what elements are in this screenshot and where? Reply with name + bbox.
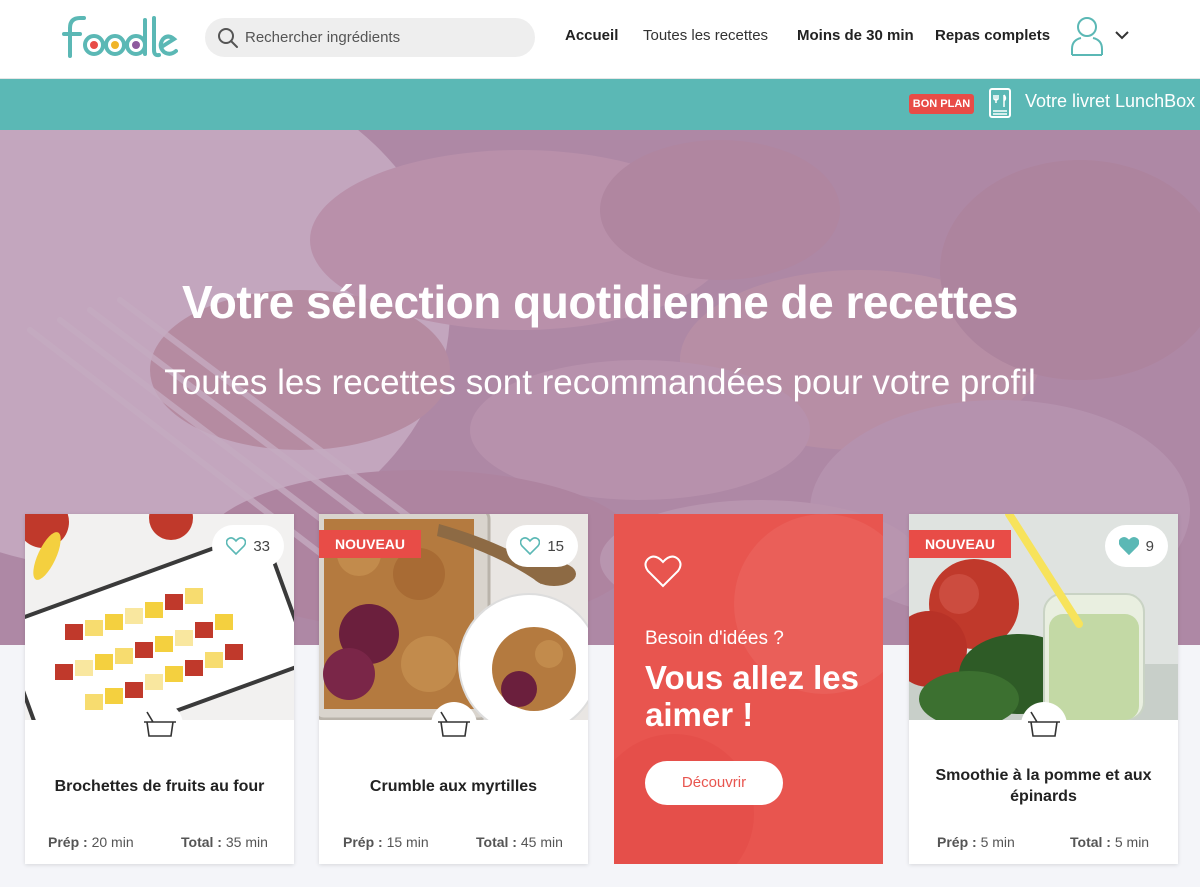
nav-repas-complets[interactable]: Repas complets	[935, 27, 1050, 44]
recipe-title[interactable]: Brochettes de fruits au four	[35, 776, 284, 797]
total-value: 35 min	[225, 834, 268, 850]
prep-label: Prép :	[48, 834, 88, 850]
like-button[interactable]: 15	[506, 525, 578, 567]
recipe-card[interactable]: 33 Brochettes de fruits au four Prép : 2…	[25, 514, 294, 864]
prep-time: Prép : 15 min	[343, 834, 429, 850]
recipe-card[interactable]: NOUVEAU 15 Crumble aux myrtilles Prép : …	[319, 514, 588, 864]
recipe-title[interactable]: Crumble aux myrtilles	[329, 776, 578, 797]
nav-accueil[interactable]: Accueil	[565, 27, 618, 44]
bon-plan-badge: BON PLAN	[909, 94, 974, 114]
total-time: Total : 45 min	[476, 834, 563, 850]
prep-value: 5 min	[980, 834, 1015, 850]
like-count: 9	[1145, 537, 1154, 555]
nav-toutes-les-recettes[interactable]: Toutes les recettes	[643, 27, 768, 44]
pot-icon	[431, 702, 477, 748]
search-bar[interactable]	[205, 18, 535, 57]
new-badge: NOUVEAU	[909, 530, 1012, 558]
prep-label: Prép :	[343, 834, 383, 850]
booklet-icon	[989, 88, 1011, 118]
total-time: Total : 35 min	[181, 834, 268, 850]
pot-icon	[1021, 702, 1067, 748]
user-icon[interactable]	[1070, 15, 1104, 57]
like-button[interactable]: 9	[1104, 525, 1168, 567]
heart-icon	[644, 555, 682, 588]
total-label: Total :	[181, 834, 222, 850]
total-time: Total : 5 min	[1070, 834, 1149, 850]
total-label: Total :	[476, 834, 517, 850]
pot-icon	[137, 702, 183, 748]
prep-value: 15 min	[386, 834, 429, 850]
like-button[interactable]: 33	[212, 525, 284, 567]
search-icon	[218, 28, 238, 48]
prep-label: Prép :	[937, 834, 977, 850]
search-input[interactable]	[245, 18, 525, 57]
heart-filled-icon	[1118, 537, 1139, 555]
total-label: Total :	[1070, 834, 1111, 850]
recipe-title[interactable]: Smoothie à la pomme et aux épinards	[919, 765, 1168, 807]
prep-time: Prép : 20 min	[48, 834, 134, 850]
cta-subtitle: Besoin d'idées ?	[645, 628, 784, 649]
hero-subtitle: Toutes les recettes sont recommandées po…	[164, 363, 1036, 402]
discover-card[interactable]: Besoin d'idées ? Vous allez les aimer ! …	[614, 514, 883, 864]
new-badge: NOUVEAU	[319, 530, 422, 558]
like-count: 15	[547, 537, 564, 555]
top-header: Accueil Toutes les recettes Moins de 30 …	[0, 0, 1200, 79]
chevron-down-icon[interactable]	[1114, 29, 1130, 41]
prep-time: Prép : 5 min	[937, 834, 1015, 850]
promo-lunchbox-link[interactable]: Votre livret LunchBox	[1025, 91, 1195, 112]
total-value: 45 min	[520, 834, 563, 850]
hero-title: Votre sélection quotidienne de recettes	[182, 276, 1018, 328]
prep-value: 20 min	[91, 834, 134, 850]
discover-button[interactable]: Découvrir	[645, 761, 783, 805]
nav-moins-de-30-min[interactable]: Moins de 30 min	[797, 27, 914, 44]
foodle-logo[interactable]	[60, 12, 178, 62]
like-count: 33	[253, 537, 270, 555]
promo-bar[interactable]	[0, 79, 1200, 130]
heart-icon	[520, 537, 541, 555]
total-value: 5 min	[1114, 834, 1150, 850]
cta-title: Vous allez les aimer !	[645, 659, 859, 733]
heart-icon	[226, 537, 247, 555]
recipe-card[interactable]: NOUVEAU 9 Smoothie à la pomme et aux épi…	[909, 514, 1178, 864]
